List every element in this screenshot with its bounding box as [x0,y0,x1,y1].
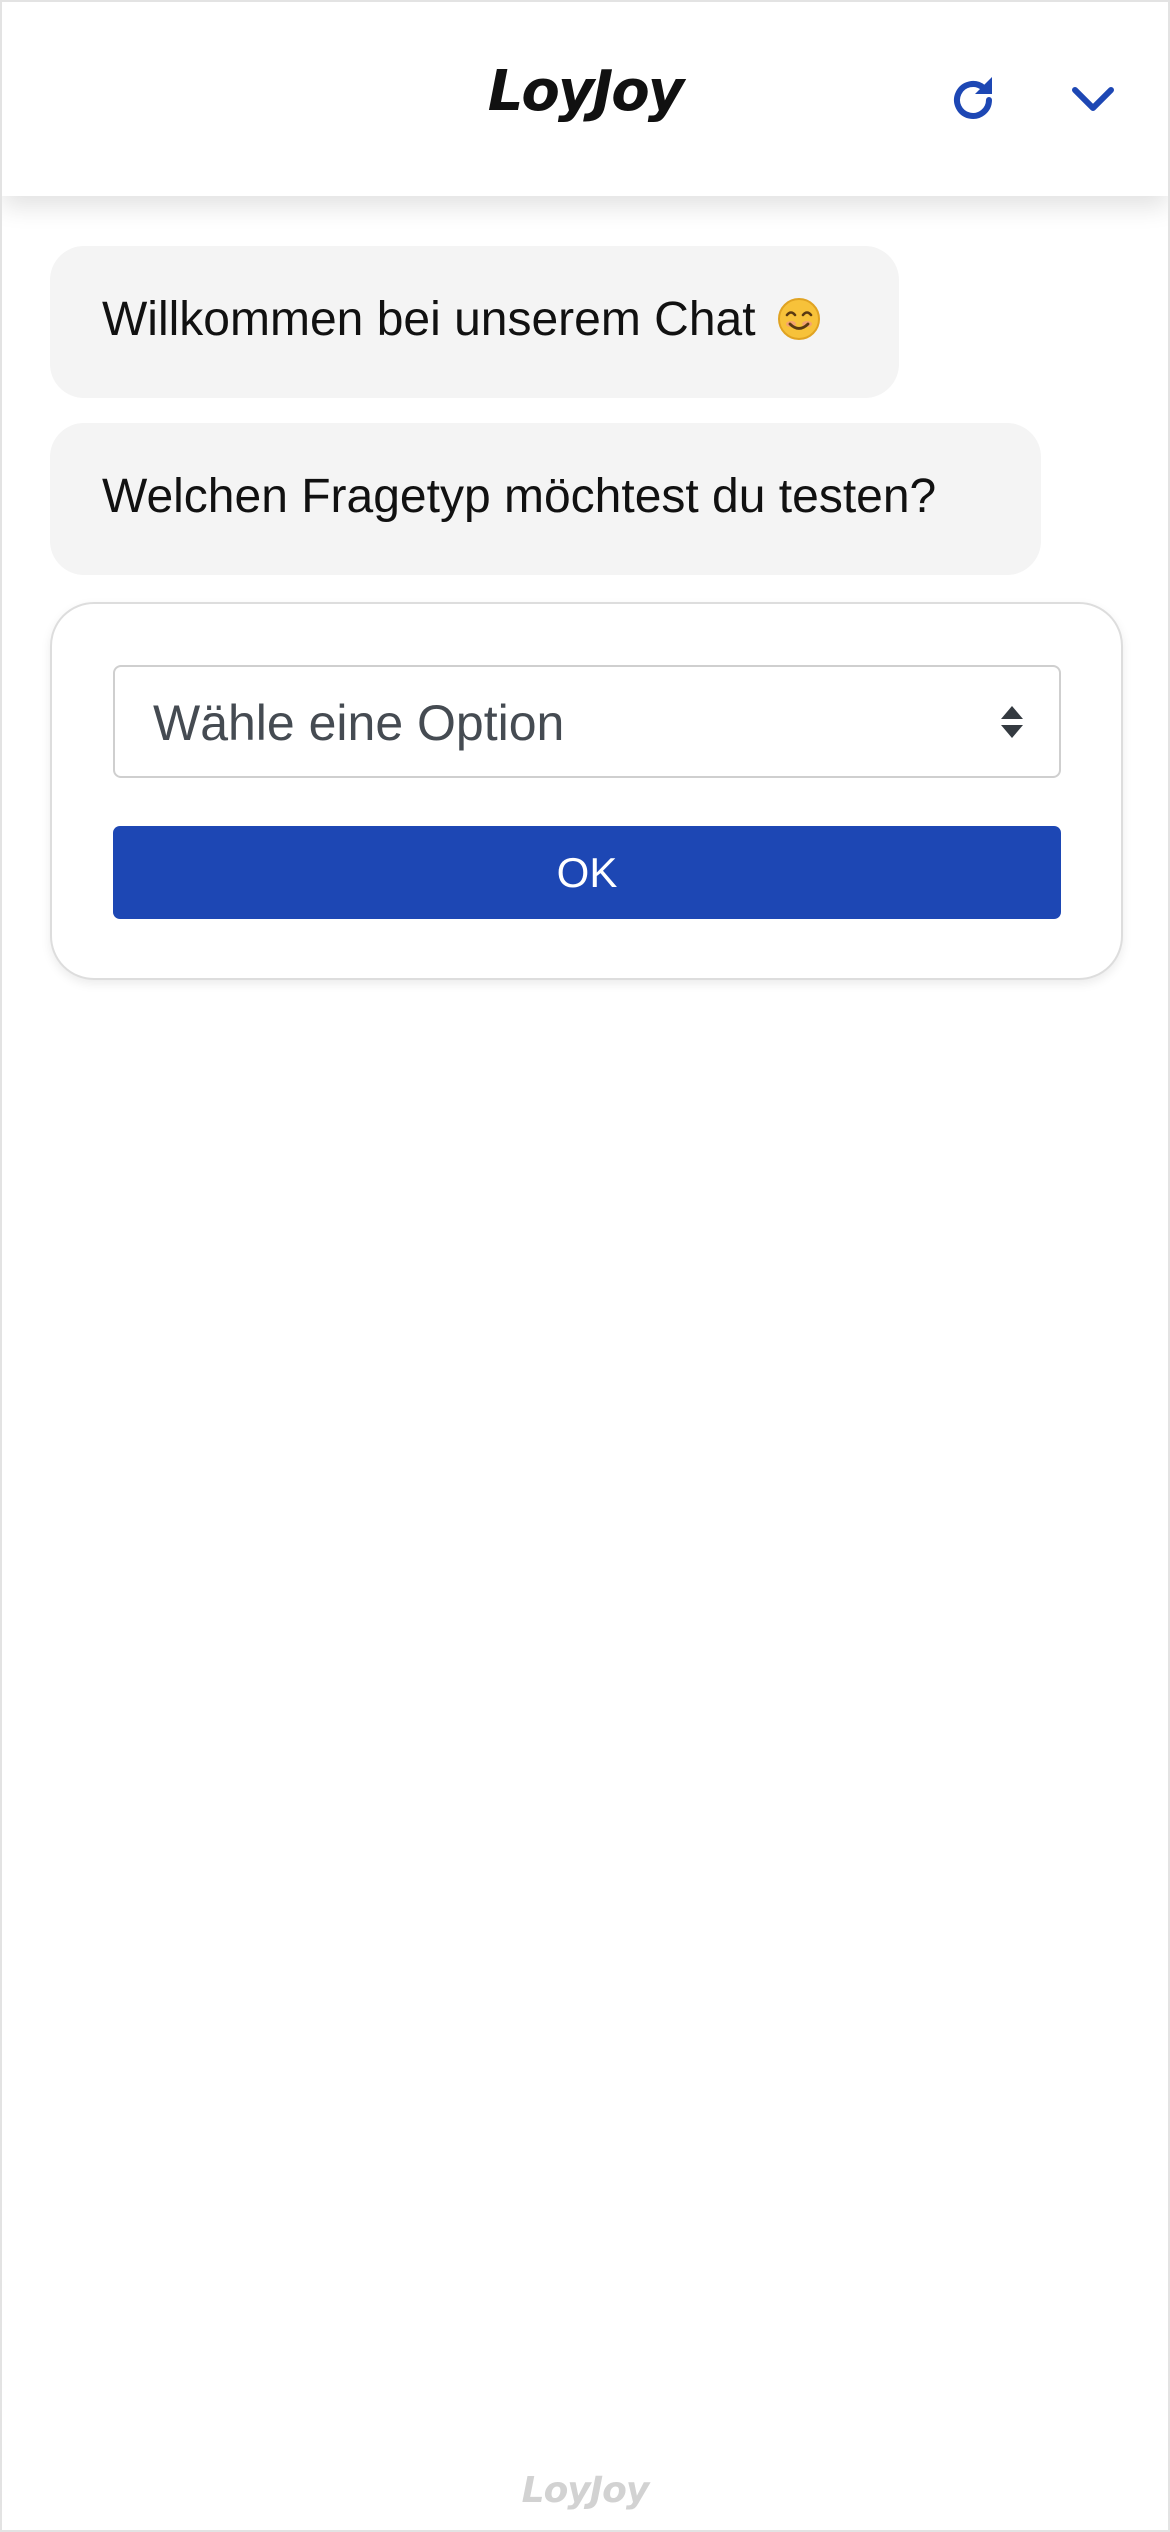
select-arrows-icon [1001,706,1023,738]
message-list: Willkommen bei unserem Chat Welchen Frag… [50,246,1125,575]
answer-card: Wähle eine Option OK [50,602,1123,980]
chat-header: LoyJoy [2,2,1168,196]
refresh-button[interactable] [937,64,1009,136]
ok-button[interactable]: OK [113,826,1061,919]
footer-brand: LoyJoy [521,2470,650,2511]
bot-message-welcome: Willkommen bei unserem Chat [50,246,899,398]
chat-widget: LoyJoy Willkommen bei unserem Chat Welch… [0,0,1170,2532]
message-text: Willkommen bei unserem Chat [102,293,756,346]
refresh-icon [954,77,992,119]
smiling-face-emoji-icon [777,298,820,340]
select-placeholder: Wähle eine Option [153,695,565,751]
bot-message-question: Welchen Fragetyp möchtest du testen? [50,423,1041,575]
message-text: Welchen Fragetyp möchtest du testen? [102,470,937,523]
chevron-down-icon [1072,87,1114,111]
collapse-button[interactable] [1057,64,1129,136]
option-select[interactable]: Wähle eine Option [113,665,1061,778]
